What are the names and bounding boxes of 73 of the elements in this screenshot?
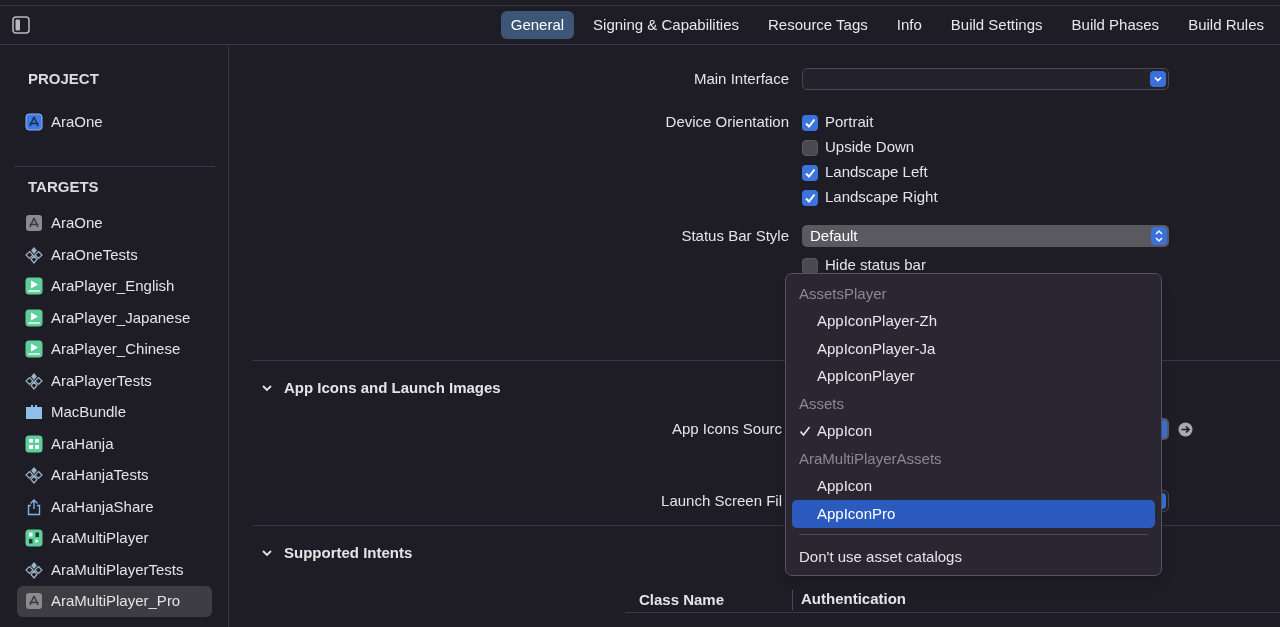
menu-item[interactable]: Don't use asset catalogs — [792, 542, 1155, 570]
sidebar-item[interactable]: AraMultiPlayerTests — [17, 554, 212, 586]
app-icon — [25, 214, 43, 233]
column-header[interactable]: Class Name — [625, 589, 793, 610]
field-label: App Icons Sourc — [670, 418, 782, 439]
folder-icon — [25, 403, 43, 422]
checkbox[interactable] — [802, 164, 818, 181]
arrow-circle-icon[interactable] — [1178, 421, 1193, 437]
checkbox[interactable] — [802, 257, 818, 274]
sidebar-item[interactable]: MacBundle — [17, 396, 212, 428]
checkbox-label: Hide status bar — [825, 255, 926, 276]
tab[interactable]: Build Settings — [940, 11, 1053, 39]
diamond-icon — [25, 466, 43, 485]
section-header: TARGETS — [27, 176, 100, 197]
sidebar-item[interactable]: AraHanjaShare — [17, 491, 212, 523]
hanja-app-icon — [25, 434, 43, 453]
dropdown-field[interactable]: Default — [802, 225, 1169, 247]
menu-item[interactable]: AppIconPro — [792, 500, 1155, 528]
tab[interactable]: Signing & Capabilities — [583, 11, 749, 39]
tab[interactable]: General — [500, 11, 575, 39]
diamond-icon — [25, 371, 43, 390]
menu-group-header: Assets — [798, 394, 845, 414]
sidebar-item[interactable]: AraPlayerTests — [17, 365, 212, 397]
field-label: Main Interface — [692, 68, 789, 89]
column-header[interactable]: Authentication — [793, 588, 906, 611]
play-icon — [25, 340, 43, 359]
play-icon — [25, 308, 43, 327]
field-label: Status Bar Style — [680, 225, 789, 246]
menu-item[interactable]: AppIcon — [792, 472, 1155, 500]
app-icon — [25, 112, 43, 131]
tab[interactable]: Info — [886, 11, 932, 39]
sidebar-item[interactable]: AraOneTests — [17, 239, 212, 271]
sidebar-item[interactable]: AraPlayer_Japanese — [17, 302, 212, 334]
tab[interactable]: Build Phases — [1061, 11, 1170, 39]
field-label: Device Orientation — [664, 112, 789, 133]
disclosure-chevron-icon[interactable] — [261, 382, 273, 394]
sidebar-item[interactable]: AraHanjaTests — [17, 459, 212, 491]
app-icon — [25, 592, 43, 611]
checkbox-label: Landscape Left — [825, 162, 928, 183]
sidebar-item[interactable]: AraMultiPlayer — [17, 522, 212, 554]
sidebar-toggle-icon[interactable] — [12, 16, 30, 34]
menu-item[interactable]: AppIconPlayer — [792, 362, 1155, 390]
checkbox-label: Landscape Right — [825, 187, 938, 208]
disclosure-chevron-icon[interactable] — [261, 547, 273, 559]
section-header: PROJECT — [27, 69, 100, 89]
sidebar-item[interactable]: AraMultiPlayer_Pro — [17, 585, 212, 617]
field-label: Launch Screen Fil — [660, 490, 782, 511]
tab[interactable]: Resource Tags — [758, 11, 878, 39]
checkmark-icon — [799, 425, 811, 438]
diamond-icon — [25, 245, 43, 264]
play-icon — [25, 277, 43, 296]
dropdown-field[interactable] — [802, 68, 1169, 90]
menu-group-header: AssetsPlayer — [798, 284, 888, 304]
sidebar-item[interactable]: AraOne — [17, 207, 212, 239]
diamond-icon — [25, 560, 43, 579]
sidebar-item[interactable]: AraPlayer_Chinese — [17, 333, 212, 365]
section-title: App Icons and Launch Images — [284, 377, 501, 398]
checkbox[interactable] — [802, 139, 818, 156]
menu-group-header: AraMultiPlayerAssets — [798, 449, 943, 469]
menu-item[interactable]: AppIconPlayer-Ja — [792, 335, 1155, 363]
menu-item[interactable]: AppIconPlayer-Zh — [792, 307, 1155, 335]
multiplayer-icon — [25, 529, 43, 548]
menu-item[interactable]: AppIcon — [792, 417, 1155, 445]
section-title: Supported Intents — [284, 542, 413, 563]
sidebar-item[interactable]: AraOne — [17, 106, 212, 138]
checkbox-label: Portrait — [825, 112, 874, 133]
checkbox-label: Upside Down — [825, 137, 915, 158]
tab[interactable]: Build Rules — [1178, 11, 1274, 39]
sidebar-item[interactable]: AraHanja — [17, 428, 212, 460]
share-icon — [25, 497, 43, 516]
checkbox[interactable] — [802, 189, 818, 206]
sidebar-item[interactable]: AraPlayer_English — [17, 270, 212, 302]
checkbox[interactable] — [802, 114, 818, 131]
